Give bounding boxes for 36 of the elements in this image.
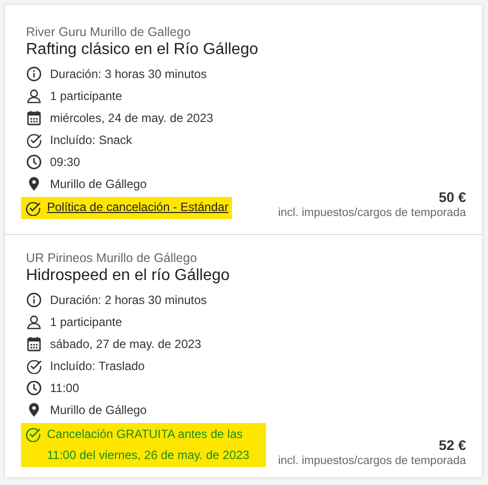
detail-text: 1 participante (50, 88, 122, 102)
clock-icon (26, 154, 42, 170)
detail-text: Incluído: Snack (50, 132, 132, 146)
price-note: incl. impuestos/cargos de temporada (278, 455, 466, 467)
detail-text: sábado, 27 de may. de 2023 (50, 336, 202, 350)
vendor-name: River Guru Murillo de Gallego (26, 25, 192, 39)
detail-text: 11:00 (50, 380, 80, 394)
clock-icon (26, 380, 42, 396)
detail-text: 1 participante (50, 314, 122, 328)
detail-text: Murillo de Gállego (50, 402, 147, 416)
price: 52 € (438, 437, 466, 453)
detail-text: Duración: 2 horas 30 minutos (50, 292, 207, 306)
free-cancellation-note: Cancelación GRATUITA antes de las 11:00 del viernes, 26 de may. de 2023 (21, 423, 266, 467)
price: 50 € (438, 189, 466, 205)
person-icon (26, 314, 42, 330)
detail-text: Duración: 3 horas 30 minutos (50, 66, 207, 80)
calendar-icon (26, 336, 42, 352)
cancellation-policy[interactable]: Política de cancelación - Estándar (21, 197, 232, 219)
detail-text: miércoles, 24 de may. de 2023 (50, 110, 214, 124)
price-note: incl. impuestos/cargos de temporada (278, 207, 466, 219)
detail-text: Murillo de Gállego (50, 176, 147, 190)
check-circle-icon (26, 132, 42, 148)
check-circle-icon (25, 200, 41, 216)
location-pin-icon (26, 176, 42, 192)
person-icon (26, 88, 42, 104)
info-icon (26, 66, 42, 82)
info-icon (26, 292, 42, 308)
detail-text: 09:30 (50, 154, 80, 168)
location-pin-icon (26, 402, 42, 418)
vendor-name: UR Pirineos Murillo de Gállego (26, 251, 198, 265)
detail-text: Incluído: Traslado (50, 358, 145, 372)
calendar-icon (26, 110, 42, 126)
check-circle-icon (26, 358, 42, 374)
activity-title: Rafting clásico en el Río Gállego (26, 41, 258, 59)
activity-title: Hidrospeed en el río Gállego (26, 267, 231, 285)
check-circle-icon (25, 426, 41, 442)
